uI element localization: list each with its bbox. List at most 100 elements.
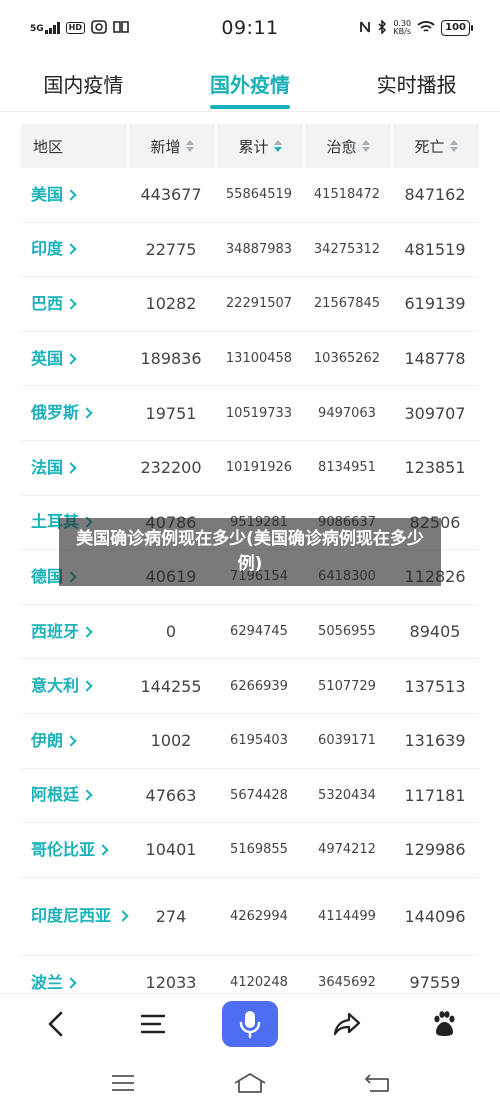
region-name: 西班牙 <box>31 621 80 641</box>
region-link[interactable]: 伊朗 <box>21 728 127 754</box>
chevron-right-icon <box>81 680 93 692</box>
mic-icon <box>239 1011 261 1039</box>
tab-domestic[interactable]: 国内疫情 <box>0 56 167 111</box>
header-cured[interactable]: 治愈 <box>305 124 391 168</box>
region-name: 英国 <box>31 348 64 368</box>
signal-icon: 5G <box>30 22 60 34</box>
chevron-right-icon <box>97 844 109 856</box>
region-link[interactable]: 阿根廷 <box>21 782 127 808</box>
back-nav-button[interactable] <box>347 1063 407 1103</box>
region-name: 印度 <box>31 239 64 259</box>
cell-deaths: 123851 <box>404 458 466 478</box>
cell-total: 55864519 <box>225 187 293 203</box>
region-name: 法国 <box>31 457 64 477</box>
share-icon <box>333 1012 360 1036</box>
header-new-label: 新增 <box>150 137 181 156</box>
cell-deaths: 847162 <box>404 185 466 205</box>
chevron-right-icon <box>65 976 77 989</box>
header-deaths-label: 死亡 <box>414 137 445 156</box>
cell-cured: 5056955 <box>318 624 376 640</box>
region-link[interactable]: 英国 <box>21 346 127 372</box>
status-bar: 5G HD 09:11 0.30 KB/s 100 <box>0 0 500 56</box>
menu-button[interactable] <box>125 1000 181 1048</box>
chevron-right-icon <box>65 352 77 365</box>
cell-new: 443677 <box>140 185 202 205</box>
system-nav-bar <box>0 1054 500 1111</box>
cell-new: 10282 <box>145 294 197 314</box>
region-link[interactable]: 印度尼西亚 <box>21 903 129 929</box>
cell-new: 12033 <box>145 973 197 993</box>
table-row: 印度尼西亚 274 4262994 4114499 144096 <box>21 878 479 956</box>
baidu-icon <box>433 1011 455 1036</box>
chevron-right-icon <box>81 625 93 638</box>
hd-icon: HD <box>65 22 85 34</box>
table-row: 英国 189836 13100458 10365262 148778 <box>21 332 479 387</box>
cell-total: 34887983 <box>225 241 293 257</box>
region-link[interactable]: 巴西 <box>21 291 127 317</box>
header-total-label: 累计 <box>238 137 269 156</box>
table-row: 巴西 10282 22291507 21567845 619139 <box>21 277 479 332</box>
cell-total: 22291507 <box>225 296 293 312</box>
home-icon <box>234 1072 266 1093</box>
tab-live[interactable]: 实时播报 <box>333 56 500 111</box>
cell-total: 10519733 <box>225 405 293 421</box>
cell-cured: 5320434 <box>318 787 376 803</box>
back-icon <box>49 1011 63 1037</box>
region-name: 美国 <box>31 184 64 204</box>
cell-total: 6294745 <box>230 624 288 640</box>
header-deaths[interactable]: 死亡 <box>393 124 479 168</box>
region-link[interactable]: 意大利 <box>21 673 127 699</box>
cell-total: 6266939 <box>230 678 288 694</box>
speed-unit: KB/s <box>393 27 412 36</box>
region-link[interactable]: 法国 <box>21 455 127 481</box>
table-header: 地区 新增 累计 治愈 死亡 <box>21 124 479 168</box>
voice-search-button[interactable] <box>221 1001 278 1047</box>
chevron-right-icon <box>81 789 93 801</box>
table-row: 美国 443677 55864519 41518472 847162 <box>21 168 479 223</box>
chevron-right-icon <box>81 407 93 419</box>
cell-cured: 10365262 <box>313 351 381 367</box>
table-row: 法国 232200 10191926 8134951 123851 <box>21 441 479 496</box>
wifi-icon <box>417 20 435 37</box>
recent-apps-button[interactable] <box>93 1063 153 1103</box>
cell-cured: 4114499 <box>318 908 376 924</box>
chevron-right-icon <box>65 189 77 201</box>
region-link[interactable]: 西班牙 <box>21 619 127 645</box>
cell-deaths: 481519 <box>404 239 466 259</box>
region-link[interactable]: 印度 <box>21 236 127 262</box>
cell-new: 19751 <box>145 403 197 423</box>
region-link[interactable]: 俄罗斯 <box>21 400 127 426</box>
share-button[interactable] <box>319 1000 375 1048</box>
cell-total: 13100458 <box>225 351 293 367</box>
cell-deaths: 144096 <box>404 906 466 926</box>
cell-total: 6195403 <box>230 733 288 749</box>
cell-deaths: 89405 <box>409 622 461 642</box>
header-total[interactable]: 累计 <box>217 124 303 168</box>
cell-cured: 9497063 <box>318 405 376 421</box>
table-row: 印度 22775 34887983 34275312 481519 <box>21 223 479 278</box>
clock: 09:11 <box>221 17 279 39</box>
cell-new: 274 <box>155 906 187 926</box>
region-link[interactable]: 美国 <box>21 182 127 208</box>
header-region: 地区 <box>21 124 127 168</box>
tab-foreign[interactable]: 国外疫情 <box>167 56 334 111</box>
header-new[interactable]: 新增 <box>129 124 215 168</box>
region-link[interactable]: 哥伦比亚 <box>21 837 127 863</box>
chevron-right-icon <box>65 735 77 747</box>
cell-new: 189836 <box>140 349 202 369</box>
recent-apps-icon <box>112 1074 135 1091</box>
tab-bar: 国内疫情 国外疫情 实时播报 <box>0 56 500 112</box>
cell-total: 4120248 <box>230 975 288 991</box>
nfc-icon <box>359 20 371 37</box>
cell-deaths: 117181 <box>404 785 466 805</box>
cell-new: 0 <box>165 622 177 642</box>
cell-total: 5674428 <box>230 787 288 803</box>
cell-cured: 8134951 <box>318 460 376 476</box>
baidu-button[interactable] <box>416 1000 472 1048</box>
back-button[interactable] <box>28 1000 84 1048</box>
home-button[interactable] <box>220 1063 280 1103</box>
menu-icon <box>140 1014 166 1034</box>
signal-label: 5G <box>30 24 44 34</box>
cell-total: 10191926 <box>225 460 293 476</box>
region-link[interactable]: 波兰 <box>21 970 127 996</box>
